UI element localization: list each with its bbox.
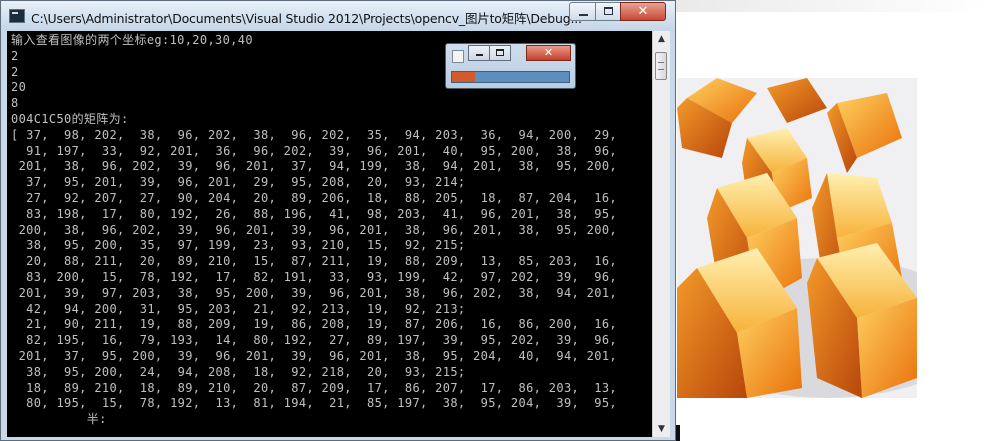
console-output[interactable]: 输入查看图像的两个坐标eg:10,20,30,40 2 2 20 8 004C1… [7, 31, 652, 437]
console-app-icon [9, 9, 25, 23]
mini-maximize-button[interactable] [489, 45, 511, 61]
console-text: 输入查看图像的两个坐标eg:10,20,30,40 2 2 20 8 004C1… [7, 31, 652, 428]
console-line: 82, 195, 16, 79, 193, 14, 80, 192, 27, 8… [11, 333, 617, 348]
title-bar[interactable]: C:\Users\Administrator\Documents\Visual … [1, 1, 675, 31]
maximize-icon [496, 49, 504, 56]
window-icon [452, 50, 464, 63]
console-line: 200, 38, 96, 202, 39, 96, 201, 39, 96, 2… [11, 222, 617, 237]
scroll-down-arrow-icon[interactable]: ▼ [653, 421, 670, 437]
console-line: 37, 95, 201, 39, 96, 201, 29, 95, 208, 2… [11, 175, 466, 190]
window-title: C:\Users\Administrator\Documents\Visual … [31, 11, 582, 26]
console-line: 18, 89, 210, 18, 89, 210, 20, 87, 209, 1… [11, 380, 617, 395]
console-line: 42, 94, 200, 31, 95, 203, 21, 92, 213, 1… [11, 301, 466, 316]
cubes-image-art [677, 78, 917, 398]
close-icon: ✕ [543, 46, 554, 59]
console-line: 输入查看图像的两个坐标eg:10,20,30,40 [11, 33, 253, 47]
console-line: 004C1C50的矩阵为: [11, 111, 129, 126]
close-icon: ✕ [637, 4, 649, 19]
scrollbar-thumb[interactable] [655, 52, 667, 80]
console-line: 83, 198, 17, 80, 192, 26, 88, 196, 41, 9… [11, 206, 617, 221]
console-line: 21, 90, 211, 19, 88, 209, 19, 86, 208, 1… [11, 317, 617, 332]
console-line: 80, 195, 15, 78, 192, 13, 81, 194, 21, 8… [11, 396, 617, 411]
maximize-icon [604, 7, 613, 15]
console-line: 38, 95, 200, 24, 94, 208, 18, 92, 218, 2… [11, 364, 466, 379]
mini-minimize-button[interactable] [468, 45, 490, 61]
image-window-minimized[interactable]: ✕ [445, 43, 576, 89]
cubes-image [677, 78, 917, 398]
progress-fill [452, 72, 476, 82]
console-line: 2 [11, 48, 19, 63]
console-line: 83, 200, 15, 78, 192, 17, 82, 191, 33, 9… [11, 269, 617, 284]
scroll-up-arrow-icon[interactable]: ▲ [653, 31, 670, 47]
console-line: 38, 95, 200, 35, 97, 199, 23, 93, 210, 1… [11, 238, 466, 253]
minimize-button[interactable] [569, 2, 596, 21]
console-line: 20, 88, 211, 20, 89, 210, 15, 87, 211, 1… [11, 254, 617, 269]
console-line: 91, 197, 33, 92, 201, 36, 96, 202, 39, 9… [11, 143, 617, 158]
vertical-scrollbar[interactable]: ▲ ▼ [652, 31, 670, 437]
close-button[interactable]: ✕ [620, 2, 666, 21]
maximize-button[interactable] [595, 2, 621, 21]
console-line: 201, 39, 97, 203, 38, 95, 200, 39, 96, 2… [11, 285, 617, 300]
progress-bar [451, 71, 570, 83]
console-line: 8 [11, 96, 19, 111]
console-line: 201, 37, 95, 200, 39, 96, 201, 39, 96, 2… [11, 348, 617, 363]
console-line: 20 [11, 80, 27, 95]
console-line: 201, 38, 96, 202, 39, 96, 201, 37, 94, 1… [11, 159, 617, 174]
mini-close-button[interactable]: ✕ [526, 45, 571, 61]
console-line: 2 [11, 64, 19, 79]
minimize-icon [476, 54, 483, 56]
console-line: [ 37, 98, 202, 38, 96, 202, 38, 96, 202,… [11, 127, 617, 142]
console-line: 半: [11, 412, 107, 427]
console-line: 27, 92, 207, 27, 90, 204, 20, 89, 206, 1… [11, 190, 617, 205]
minimize-icon [579, 14, 588, 16]
